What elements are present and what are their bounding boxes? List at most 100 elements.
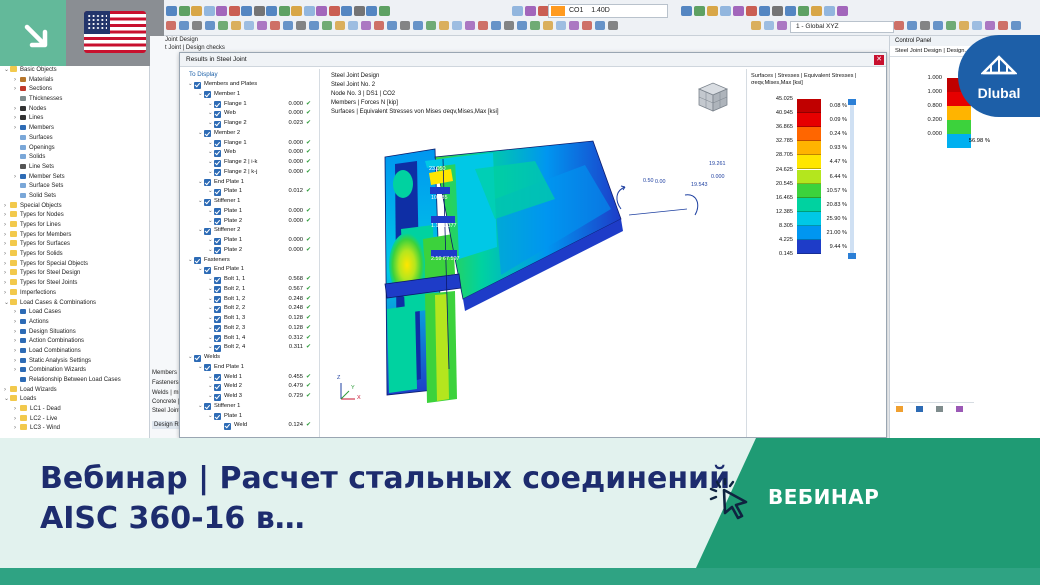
checkbox[interactable] [214,335,221,342]
toolbar-button[interactable] [569,21,579,30]
toolbar-button[interactable] [530,21,540,30]
display-tree-row[interactable]: ⌄ Bolt 1, 4 0.312 ✔ [183,334,319,344]
display-tree-row[interactable]: ⌄ Stiffener 2 [183,226,319,236]
display-tree-row[interactable]: ⌄ Welds [183,353,319,363]
toolbar-button[interactable] [681,6,692,16]
display-tree-row[interactable]: ⌄ Bolt 1, 3 0.128 ✔ [183,314,319,324]
checkbox[interactable] [204,227,211,235]
checkbox[interactable] [214,286,221,294]
toolbar-button[interactable] [985,21,995,30]
display-tree-row[interactable]: ⌄ Flange 2 | k-j 0.000 ✔ [183,168,319,178]
collapse-icon[interactable]: ⌄ [208,334,213,344]
checkbox[interactable] [194,257,201,264]
toolbar-button[interactable] [452,21,462,30]
tree-item[interactable]: › Sections [0,85,149,95]
toolbar-button[interactable] [278,6,290,16]
checkbox[interactable] [214,188,221,196]
collapse-icon[interactable]: ⌄ [188,353,193,363]
tree-item[interactable]: › Load Wizards [0,385,149,396]
display-tree-row[interactable]: ⌄ Bolt 2, 1 0.567 ✔ [183,285,319,295]
tree-item[interactable]: › Nodes [0,105,149,115]
toolbar-button[interactable] [556,21,566,30]
collapse-icon[interactable]: ⌄ [208,100,213,110]
tree-item[interactable]: Surface Sets [0,182,149,192]
toolbar-button[interactable] [374,21,384,30]
toolbar-button[interactable] [798,6,809,16]
collapse-icon[interactable]: ⌄ [208,139,213,149]
toolbar-button[interactable] [228,6,240,16]
toolbar-button[interactable] [1011,21,1021,30]
display-tree-row[interactable]: ⌄ Bolt 2, 2 0.248 ✔ [183,304,319,314]
toolbar-button[interactable] [166,21,176,30]
tree-item[interactable]: › Types for Members [0,230,149,241]
tree-item[interactable]: › Combination Wizards [0,366,149,376]
toolbar-button[interactable] [582,21,592,30]
display-tree-row[interactable]: ⌄ Weld 2 0.479 ✔ [183,382,319,392]
collapse-icon[interactable]: ⌄ [198,90,203,100]
display-tree-row[interactable]: ⌄ Stiffener 1 [183,402,319,412]
collapse-icon[interactable]: ⌄ [208,295,213,305]
color-tab-icon[interactable] [896,406,903,412]
collapse-icon[interactable]: ⌄ [198,363,203,373]
toolbar-button[interactable] [216,6,227,16]
tree-item[interactable]: › Members [0,124,149,134]
collapse-icon[interactable]: ⌄ [208,304,213,314]
display-tree-row[interactable]: ⌄ Weld 1 0.455 ✔ [183,373,319,383]
table-tab-icon[interactable] [916,406,923,412]
3d-view[interactable]: Steel Joint Design Steel Joint No. 2 Nod… [325,69,741,437]
collapse-icon[interactable]: ⌄ [208,392,213,402]
checkbox[interactable] [214,140,221,147]
checkbox[interactable] [214,305,221,313]
display-tree-row[interactable]: ⌄ Member 1 [183,90,319,100]
toolbar-button[interactable] [291,6,302,16]
tree-item[interactable]: › Design Situations [0,328,149,338]
collapse-icon[interactable]: ⌄ [208,109,213,119]
toolbar-button[interactable] [413,21,423,30]
checkbox[interactable] [214,218,221,225]
collapse-icon[interactable]: ⌄ [188,80,193,90]
checkbox[interactable] [214,101,221,108]
toolbar-button[interactable] [694,6,705,16]
checkbox[interactable] [214,393,221,401]
tree-item[interactable]: ⌄ Basic Objects [0,66,149,76]
toolbar-button[interactable] [316,6,327,16]
toolbar-button[interactable] [203,6,215,16]
toolbar-button[interactable] [335,21,345,30]
display-tree-row[interactable]: ⌄ Flange 1 0.000 ✔ [183,139,319,149]
display-tree-row[interactable]: ⌄ Plate 1 0.000 ✔ [183,207,319,217]
display-tree-row[interactable]: ⌄ Plate 1 0.012 ✔ [183,187,319,197]
checkbox[interactable] [214,208,221,216]
collapse-icon[interactable]: ⌄ [208,285,213,295]
toolbar-button[interactable] [400,21,410,30]
collapse-icon[interactable]: ⌄ [208,314,213,324]
collapse-icon[interactable]: ⌄ [208,236,213,246]
toolbar-button[interactable] [517,21,527,30]
toolbar-button[interactable] [387,21,397,30]
tree-item[interactable]: Thicknesses [0,95,149,105]
toolbar-button[interactable] [179,21,189,30]
checkbox[interactable] [214,276,221,284]
display-tree-row[interactable]: ⌄ Bolt 2, 3 0.128 ✔ [183,324,319,334]
toolbar-button[interactable] [166,6,177,16]
toolbar-button[interactable] [824,6,835,16]
toolbar-button[interactable] [191,6,202,16]
toolbar-button[interactable] [309,21,319,30]
toolbar-button[interactable] [811,6,822,16]
tree-item[interactable]: ⌄ Load Cases & Combinations [0,298,149,309]
display-tree-row[interactable]: ⌄ Stiffener 1 [183,197,319,207]
coordinate-system-select[interactable]: 1 - Global XYZ [790,21,894,33]
toolbar-button[interactable] [907,21,917,30]
checkbox[interactable] [214,344,221,352]
load-case-selector[interactable]: CO1 1.40D [548,4,668,18]
checkbox[interactable] [204,403,211,411]
toolbar-button[interactable] [283,21,293,30]
tree-item[interactable]: › Special Objects [0,201,149,212]
toolbar-button[interactable] [478,21,488,30]
collapse-icon[interactable]: ⌄ [208,373,213,383]
display-tree-row[interactable]: ⌄ Web 0.000 ✔ [183,148,319,158]
toolbar-button[interactable] [595,21,605,30]
toolbar-button[interactable] [348,21,358,30]
toolbar-button[interactable] [707,6,718,16]
tree-item[interactable]: › Materials [0,76,149,86]
display-tree-row[interactable]: ⌄ End Plate 1 [183,178,319,188]
